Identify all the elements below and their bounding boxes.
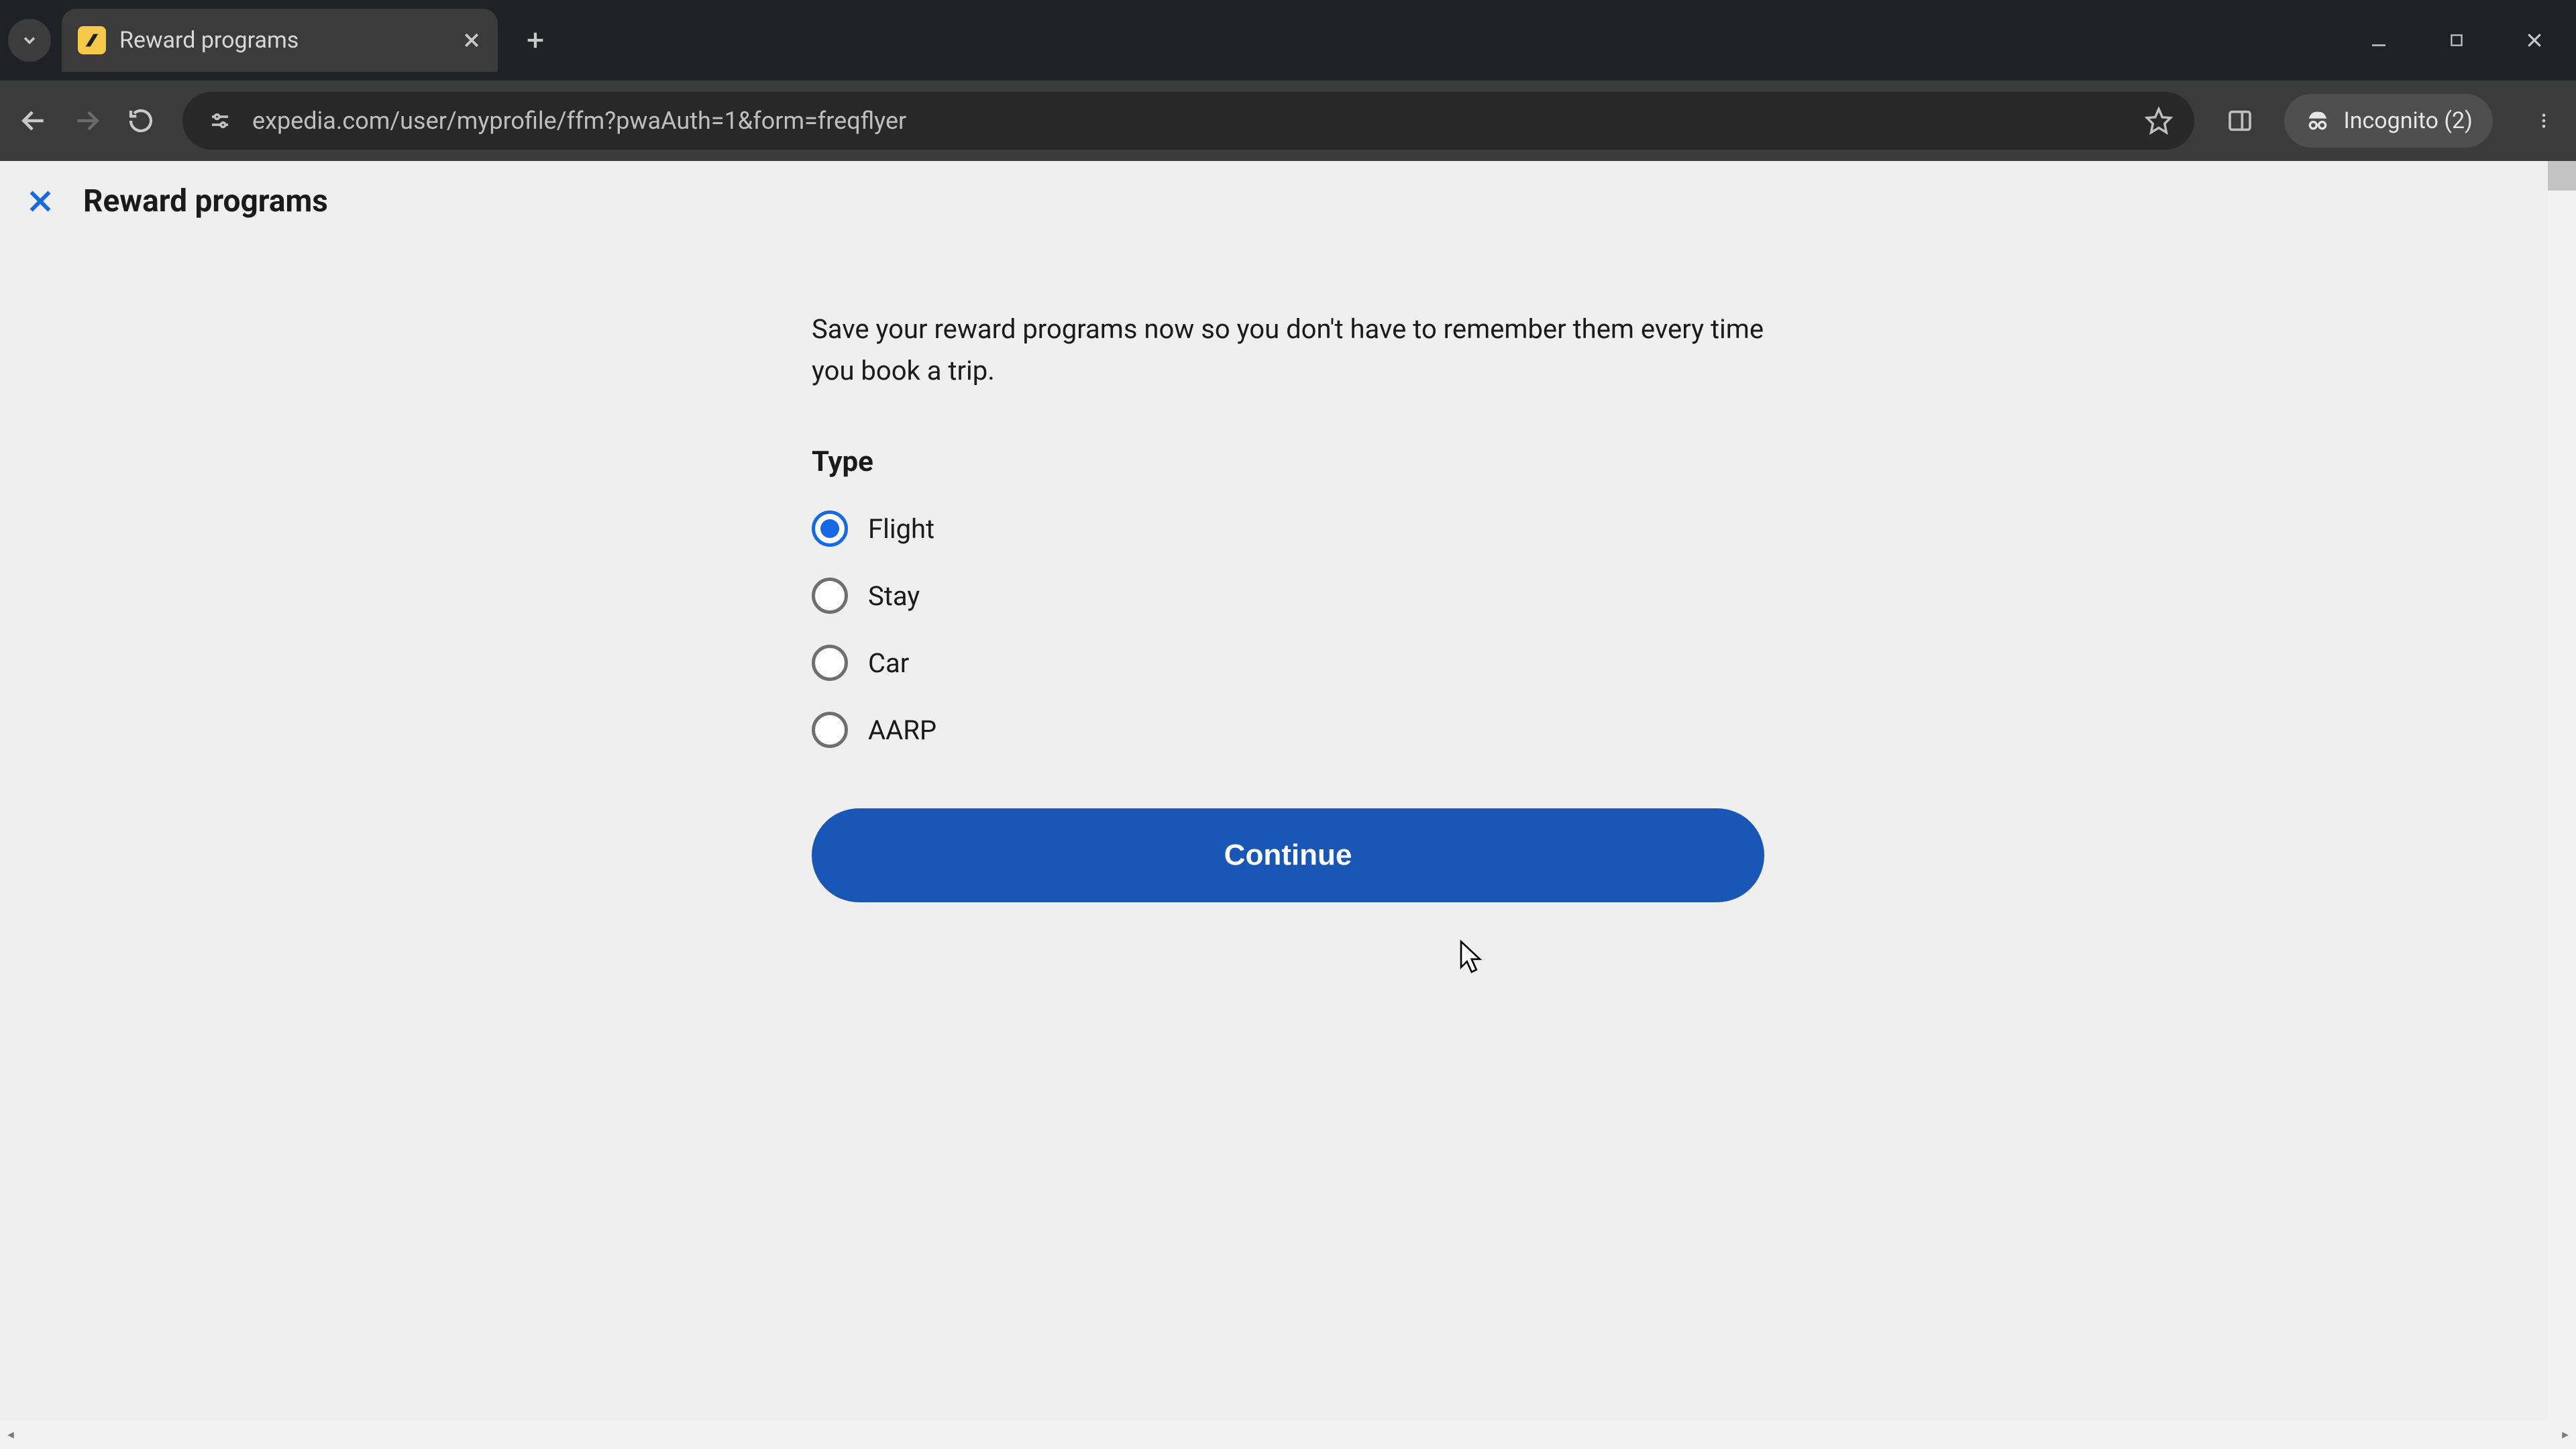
incognito-indicator[interactable]: Incognito (2) (2284, 94, 2493, 148)
bookmark-button[interactable] (2145, 107, 2173, 135)
scroll-left-arrow-icon[interactable]: ◄ (5, 1428, 16, 1442)
browser-titlebar: Reward programs (0, 0, 2576, 80)
site-info-button[interactable] (204, 105, 236, 137)
radio-dot-icon (820, 519, 839, 538)
radio-label: Flight (868, 513, 934, 545)
window-maximize-button[interactable] (2442, 25, 2471, 55)
radio-button-icon[interactable] (812, 645, 848, 681)
browser-tab[interactable]: Reward programs (62, 9, 498, 72)
continue-button[interactable]: Continue (812, 808, 1764, 902)
new-tab-button[interactable] (517, 21, 554, 59)
radio-option-car[interactable]: Car (812, 645, 1764, 681)
panel-icon (2226, 107, 2253, 134)
mouse-cursor-icon (1456, 939, 1485, 977)
arrow-right-icon (72, 106, 102, 136)
page-close-button[interactable] (21, 182, 59, 220)
page-content: Save your reward programs now so you don… (812, 309, 1764, 902)
window-close-button[interactable] (2520, 25, 2549, 55)
plus-icon (524, 29, 547, 52)
side-panel-button[interactable] (2226, 107, 2253, 134)
scrollbar-up-region[interactable] (2548, 161, 2576, 191)
browser-toolbar: expedia.com/user/myprofile/ffm?pwaAuth=1… (0, 80, 2576, 161)
page-title: Reward programs (83, 183, 328, 219)
intro-text: Save your reward programs now so you don… (812, 309, 1764, 392)
incognito-icon (2304, 107, 2331, 134)
tune-icon (208, 109, 232, 133)
reload-button[interactable] (123, 103, 158, 138)
radio-button-icon[interactable] (812, 578, 848, 614)
maximize-icon (2448, 32, 2465, 49)
star-icon (2145, 107, 2173, 135)
radio-label: Car (868, 647, 909, 679)
incognito-label: Incognito (2) (2343, 107, 2473, 134)
reload-icon (127, 107, 154, 134)
close-icon (25, 186, 56, 217)
horizontal-scrollbar[interactable]: ◄ ► (0, 1421, 2576, 1449)
tab-search-dropdown[interactable] (8, 19, 51, 62)
type-section-label: Type (812, 445, 1764, 478)
minimize-icon (2369, 30, 2389, 50)
window-minimize-button[interactable] (2364, 25, 2394, 55)
page-viewport: Reward programs Save your reward program… (0, 161, 2576, 1449)
vertical-scrollbar[interactable] (2548, 161, 2576, 1421)
page-header: Reward programs (0, 161, 2576, 241)
kebab-icon (2534, 111, 2553, 130)
radio-button-icon[interactable] (812, 511, 848, 547)
scroll-right-arrow-icon[interactable]: ► (2560, 1428, 2571, 1442)
close-icon (462, 30, 482, 50)
tab-close-button[interactable] (462, 30, 482, 50)
browser-menu-button[interactable] (2528, 105, 2560, 137)
expedia-favicon (78, 26, 106, 54)
radio-option-stay[interactable]: Stay (812, 578, 1764, 614)
type-radio-group: Flight Stay Car AARP (812, 511, 1764, 748)
radio-button-icon[interactable] (812, 712, 848, 748)
arrow-left-icon (19, 106, 48, 136)
close-icon (2524, 30, 2544, 50)
address-bar[interactable]: expedia.com/user/myprofile/ffm?pwaAuth=1… (182, 92, 2194, 150)
radio-option-flight[interactable]: Flight (812, 511, 1764, 547)
radio-label: Stay (868, 580, 920, 612)
back-button[interactable] (16, 103, 51, 138)
radio-option-aarp[interactable]: AARP (812, 712, 1764, 748)
forward-button[interactable] (70, 103, 105, 138)
tab-title: Reward programs (119, 27, 448, 54)
radio-label: AARP (868, 714, 936, 746)
chevron-down-icon (20, 31, 39, 50)
url-text: expedia.com/user/myprofile/ffm?pwaAuth=1… (252, 107, 2129, 135)
window-controls (2364, 25, 2565, 55)
